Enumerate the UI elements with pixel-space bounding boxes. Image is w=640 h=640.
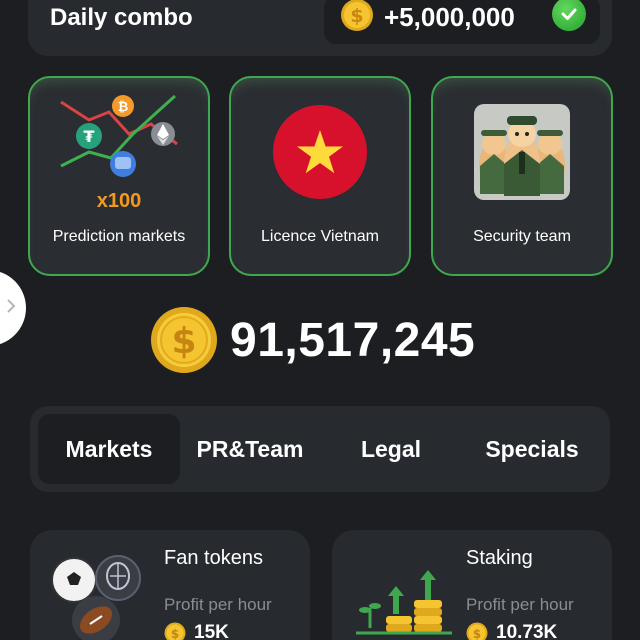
daily-combo-reward-value: +5,000,000 — [384, 2, 515, 32]
card-label: Prediction markets — [52, 228, 186, 245]
market-card-title: Staking — [466, 547, 533, 569]
coin-icon: $ — [466, 622, 488, 640]
tab-markets[interactable]: Markets — [38, 414, 180, 484]
profit-per-hour-label: Profit per hour — [466, 595, 574, 614]
balance-value: 91,517,245 — [230, 313, 476, 367]
svg-text:₿: ₿ — [118, 100, 129, 115]
category-tabs: Markets PR&Team Legal Specials — [30, 406, 610, 492]
market-card-staking[interactable]: Staking Profit per hour $ 10.73K — [332, 530, 612, 640]
profit-per-hour-value: 15K — [194, 622, 229, 640]
profit-per-hour-label: Profit per hour — [164, 595, 272, 614]
market-card-title: Fan tokens — [164, 547, 263, 569]
coin-stacks-growth-icon — [356, 570, 452, 635]
card-label: Security team — [473, 228, 571, 245]
profit-per-hour: $ 10.73K — [466, 622, 557, 640]
tab-legal[interactable]: Legal — [322, 414, 460, 484]
daily-combo-title: Daily combo — [50, 4, 193, 31]
daily-combo-reward: $ +5,000,000 — [324, 0, 600, 44]
chevron-right-icon — [6, 298, 16, 319]
card-prediction-markets[interactable]: ₿ ₮ x100 Prediction markets — [28, 76, 210, 276]
card-licence-vietnam[interactable]: Licence Vietnam — [229, 76, 411, 276]
tab-pr-team[interactable]: PR&Team — [180, 414, 320, 484]
sports-balls-icon — [51, 555, 141, 640]
svg-text:$: $ — [171, 627, 179, 640]
coin-icon: $ — [340, 0, 374, 37]
check-icon — [552, 0, 586, 31]
balance-display: $ 91,517,245 — [150, 304, 475, 376]
coin-icon: $ — [151, 307, 217, 373]
profit-per-hour: $ 15K — [164, 622, 229, 640]
side-drawer-tab[interactable] — [0, 270, 26, 346]
tab-specials[interactable]: Specials — [462, 414, 602, 484]
svg-text:$: $ — [171, 321, 196, 362]
profit-per-hour-value: 10.73K — [496, 622, 558, 640]
vietnam-flag-icon — [273, 105, 367, 199]
market-card-fan-tokens[interactable]: Fan tokens Profit per hour $ 15K — [30, 530, 310, 640]
daily-combo-bar[interactable]: Daily combo $ +5,000,000 — [28, 0, 612, 56]
card-badge: x100 — [96, 190, 142, 212]
svg-text:₮: ₮ — [83, 127, 94, 146]
card-label: Licence Vietnam — [261, 228, 379, 245]
svg-text:$: $ — [473, 627, 481, 640]
coin-icon: $ — [164, 622, 186, 640]
hamster-guards-image — [474, 104, 570, 200]
crypto-chart-icon: ₿ ₮ — [60, 94, 178, 177]
card-security-team[interactable]: Security team — [431, 76, 613, 276]
svg-text:$: $ — [350, 5, 363, 27]
